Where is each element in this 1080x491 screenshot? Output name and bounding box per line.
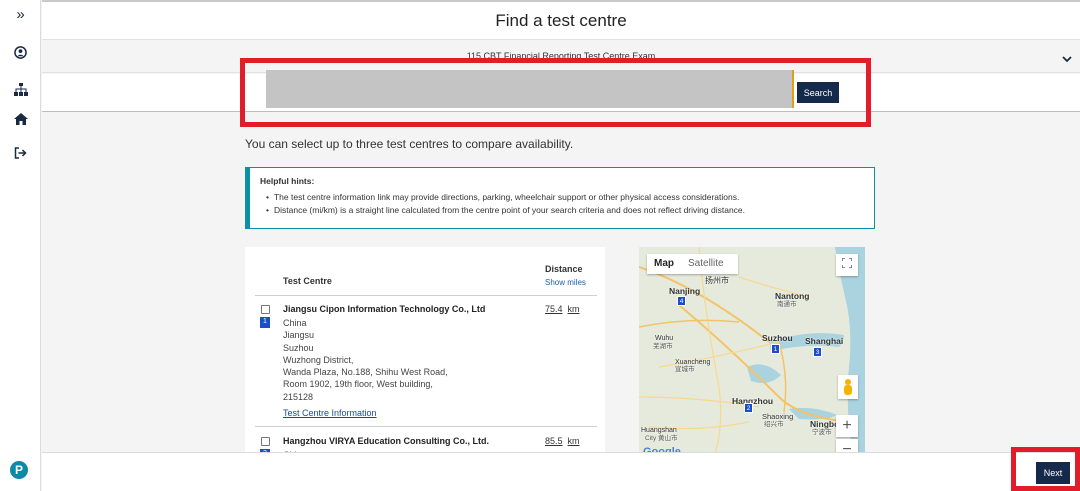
centre-address: China Jiangsu Suzhou Wuzhong District, W… <box>283 317 448 403</box>
distance-unit: km <box>567 304 580 314</box>
map-city-label: Suzhou <box>762 333 793 343</box>
map[interactable]: 扬州市 Nanjing Nantong 南通市 Wuhu 芜湖市 Suzhou … <box>639 247 865 457</box>
tab-map[interactable]: Map <box>647 254 681 274</box>
centre-name: Hangzhou VIRYA Education Consulting Co.,… <box>283 436 489 446</box>
hint-item: Distance (mi/km) is a straight line calc… <box>266 205 864 215</box>
sitemap-icon[interactable] <box>0 78 41 100</box>
bottom-bar <box>42 452 1080 491</box>
hints-title: Helpful hints: <box>260 176 315 186</box>
distance-value: 75.4 <box>545 304 563 314</box>
logout-icon[interactable] <box>0 142 41 164</box>
map-city-sublabel: 芜湖市 <box>653 343 673 350</box>
sidebar: » P <box>0 0 41 491</box>
main-content: Find a test centre 115 CBT Financial Rep… <box>42 0 1080 491</box>
home-icon[interactable] <box>0 108 41 130</box>
search-input[interactable] <box>266 70 794 108</box>
map-city-sublabel: 宁波市 <box>812 429 832 436</box>
map-city-label: Shanghai <box>805 336 844 346</box>
map-city-label: Huangshan <box>641 427 677 434</box>
address-line: China <box>283 318 307 328</box>
select-checkbox[interactable] <box>261 305 270 314</box>
map-city-label: Nantong <box>775 291 810 301</box>
test-centre-information-link[interactable]: Test Centre Information <box>283 408 377 418</box>
chevron-down-icon[interactable] <box>1062 51 1072 66</box>
map-city-sublabel: 绍兴市 <box>764 421 784 428</box>
header-divider <box>255 295 597 296</box>
intro-text: You can select up to three test centres … <box>245 137 574 151</box>
address-line: Suzhou <box>283 342 314 353</box>
map-city-label: Nanjing <box>669 286 701 296</box>
centre-distance: 85.5 km <box>545 436 580 446</box>
map-city-label: 扬州市 <box>705 276 729 285</box>
map-city-label: Wuhu <box>655 335 674 342</box>
map-city-label: Ningbo <box>810 419 840 429</box>
fullscreen-icon[interactable] <box>836 254 858 276</box>
show-miles-link[interactable]: Show miles <box>545 278 586 287</box>
pegman-icon[interactable] <box>838 375 858 399</box>
search-bar: Search <box>42 70 1080 112</box>
address-line: Wanda Plaza, No.188, Shihu West Road, <box>283 367 448 378</box>
address-line: Wuzhong District, <box>283 354 354 365</box>
exam-name: 115 CBT Financial Reporting Test Centre … <box>466 51 656 61</box>
zoom-in-button[interactable]: + <box>836 415 858 437</box>
expand-icon[interactable]: » <box>0 3 41 25</box>
column-header-test-centre: Test Centre <box>283 276 332 286</box>
row-divider <box>255 426 597 427</box>
map-city-sublabel: 宣城市 <box>675 366 695 373</box>
distance-value: 85.5 <box>545 436 563 446</box>
hints-list: The test centre information link may pro… <box>260 192 864 215</box>
hint-item: The test centre information link may pro… <box>266 192 864 202</box>
map-marker[interactable]: 1 <box>771 344 780 354</box>
exam-bar[interactable]: 115 CBT Financial Reporting Test Centre … <box>42 41 1080 73</box>
account-icon[interactable] <box>0 41 41 63</box>
map-marker-icon: 1 <box>260 317 270 328</box>
map-city-sublabel: 南通市 <box>777 301 797 308</box>
address-line: Jiangsu <box>283 330 315 341</box>
centre-name: Jiangsu Cipon Information Technology Co.… <box>283 304 486 314</box>
map-city-label: Shaoxing <box>762 412 794 421</box>
map-marker[interactable]: 4 <box>677 296 686 306</box>
title-bar: Find a test centre <box>42 2 1080 40</box>
search-button[interactable]: Search <box>797 82 839 103</box>
address-line: Room 1902, 19th floor, West building, <box>283 379 433 390</box>
address-line: 215128 <box>283 391 314 402</box>
page-title: Find a test centre <box>495 11 627 30</box>
map-marker[interactable]: 2 <box>744 403 753 413</box>
brand-logo-icon: P <box>10 461 28 479</box>
results-table: Test Centre Distance Show miles 1 Jiangs… <box>245 247 605 457</box>
pegman-body <box>844 385 852 395</box>
map-type-tabs: Map Satellite <box>647 254 738 274</box>
select-checkbox[interactable] <box>261 437 270 446</box>
helpful-hints: Helpful hints: The test centre informati… <box>245 167 875 229</box>
centre-distance: 75.4 km <box>545 304 580 314</box>
map-city-sublabel: City 黄山市 <box>645 435 678 442</box>
next-button[interactable]: Next <box>1036 462 1070 484</box>
distance-unit: km <box>567 436 580 446</box>
tab-satellite[interactable]: Satellite <box>681 254 731 274</box>
column-header-distance: Distance <box>545 264 583 274</box>
map-marker[interactable]: 3 <box>813 347 822 357</box>
